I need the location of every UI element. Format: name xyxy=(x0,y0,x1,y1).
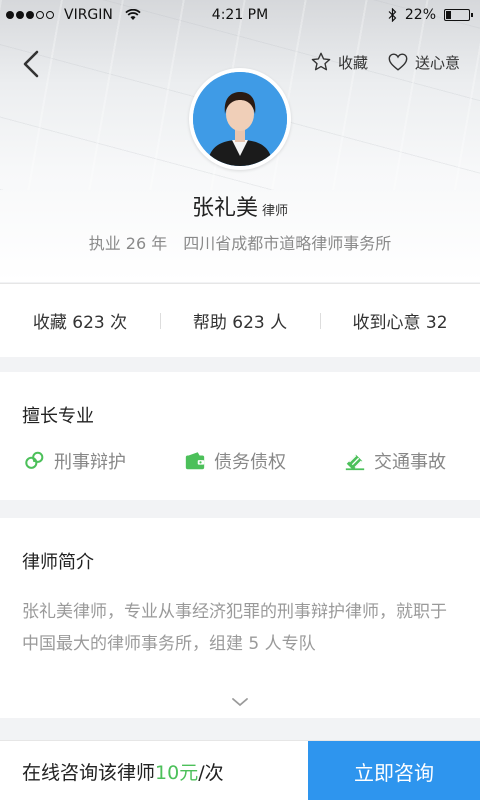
consult-price: 10元 xyxy=(155,762,199,784)
stat-gifts: 收到心意 32 xyxy=(320,308,480,333)
lawyer-photo xyxy=(193,72,287,166)
battery-icon xyxy=(444,9,473,21)
specialty-item-debt[interactable]: 债务债权 xyxy=(184,448,286,474)
heart-icon xyxy=(388,53,408,71)
specialty-item-traffic-accident[interactable]: 交通事故 xyxy=(344,448,446,474)
specialty-section: 擅长专业 刑事辩护 债务债权 交通事故 xyxy=(0,372,480,500)
bottom-bar: 在线咨询该律师10元/次 立即咨询 xyxy=(0,740,480,800)
wallet-icon xyxy=(185,452,205,470)
status-bar: VIRGIN 4:21 PM 22% xyxy=(0,0,480,30)
lawyer-avatar xyxy=(189,68,291,170)
stats-row: 收藏 623 次 帮助 623 人 收到心意 32 xyxy=(0,283,480,357)
star-icon xyxy=(311,52,331,71)
send-gift-button[interactable]: 送心意 xyxy=(387,51,460,73)
consult-unit: /次 xyxy=(198,762,224,784)
handcuffs-icon xyxy=(25,451,44,469)
lawyer-name: 张礼美 xyxy=(191,196,258,221)
back-arrow-icon[interactable] xyxy=(18,48,46,80)
lawyer-info: 执业 26 年四川省成都市道略律师事务所 xyxy=(0,230,480,254)
intro-title: 律师简介 xyxy=(22,552,94,573)
bluetooth-icon xyxy=(388,8,397,22)
consult-price-info: 在线咨询该律师10元/次 xyxy=(22,758,224,785)
consult-now-button[interactable]: 立即咨询 xyxy=(308,741,480,800)
stat-helped: 帮助 623 人 xyxy=(160,308,320,333)
stat-favorites: 收藏 623 次 xyxy=(32,313,128,333)
law-firm: 四川省成都市道略律师事务所 xyxy=(183,234,392,253)
send-gift-label: 送心意 xyxy=(415,53,461,72)
lawyer-title: 律师 xyxy=(262,204,289,219)
car-accident-icon xyxy=(345,454,365,471)
battery-level-fill xyxy=(446,11,451,19)
intro-section: 律师简介 张礼美律师，专业从事经济犯罪的刑事辩护律师，就职于中国最大的律师事务所… xyxy=(0,518,480,718)
profile-header: VIRGIN 4:21 PM 22% 收藏 送心意 张礼美 律师 执业 26 年… xyxy=(0,0,480,282)
years-of-practice: 执业 26 年 xyxy=(88,234,168,253)
specialty-label: 刑事辩护 xyxy=(54,452,126,473)
battery-percent: 22% xyxy=(404,7,436,23)
specialty-item-criminal-defense[interactable]: 刑事辩护 xyxy=(24,448,126,474)
intro-text: 张礼美律师，专业从事经济犯罪的刑事辩护律师，就职于中国最大的律师事务所，组建 5… xyxy=(22,602,447,654)
specialty-title: 擅长专业 xyxy=(22,406,94,427)
chevron-down-icon[interactable] xyxy=(228,694,252,710)
specialty-label: 债务债权 xyxy=(214,452,286,473)
favorite-button[interactable]: 收藏 xyxy=(310,51,368,73)
consult-prefix: 在线咨询该律师 xyxy=(22,762,156,784)
specialty-label: 交通事故 xyxy=(374,452,446,473)
favorite-label: 收藏 xyxy=(338,53,369,72)
